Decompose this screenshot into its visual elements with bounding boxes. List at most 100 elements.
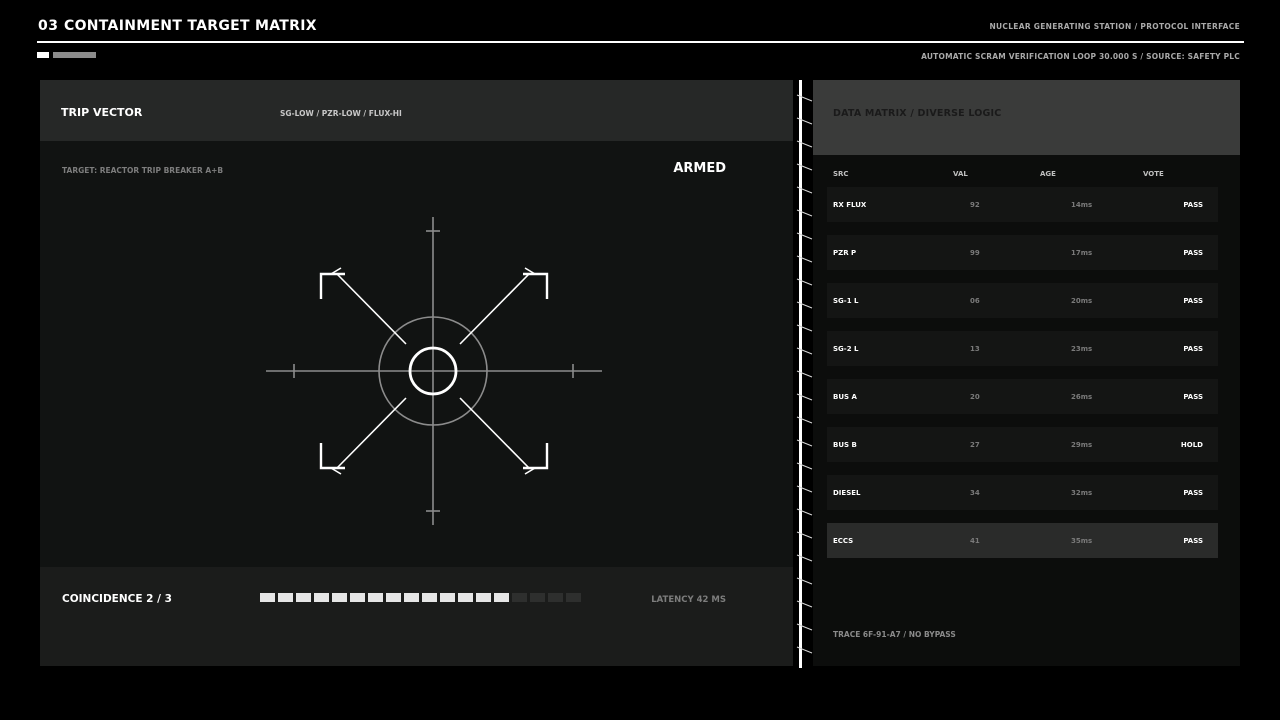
cell-val: 34 [970,489,980,497]
column-header-val: VAL [953,170,968,178]
table-row[interactable]: RX FLUX 92 14ms PASS [827,187,1218,222]
divider-tick [796,439,813,447]
cell-src: PZR P [833,249,857,257]
divider-tick [796,600,813,608]
progress-segment-empty [566,593,581,602]
cell-vote: PASS [1183,393,1203,401]
cell-vote: PASS [1183,297,1203,305]
cell-src: BUS A [833,393,857,401]
progress-segment-filled [350,593,365,602]
progress-segment-filled [422,593,437,602]
divider-tick [796,531,813,539]
coincidence-label: COINCIDENCE 2 / 3 [62,593,172,605]
progress-segment-filled [332,593,347,602]
cell-val: 41 [970,537,980,545]
trip-vector-title: TRIP VECTOR [61,106,143,119]
cell-vote: PASS [1183,201,1203,209]
progress-segment-filled [296,593,311,602]
divider-tick [796,554,813,562]
cell-src: BUS B [833,441,857,449]
table-row[interactable]: BUS B 27 29ms HOLD [827,427,1218,462]
section-number: 03 [38,18,59,34]
progress-segment-empty [512,593,527,602]
progress-segment-filled [494,593,509,602]
cell-vote: PASS [1183,537,1203,545]
column-header-vote: VOTE [1143,170,1164,178]
progress-segment-filled [368,593,383,602]
divider-tick [796,485,813,493]
divider-tick [796,301,813,309]
divider-tick [796,462,813,470]
latency-readout: LATENCY 42 MS [651,595,726,605]
table-row[interactable]: PZR P 99 17ms PASS [827,235,1218,270]
header-rule [37,41,1244,43]
coincidence-footer: COINCIDENCE 2 / 3 LATENCY 42 MS [40,567,793,666]
progress-segment-filled [440,593,455,602]
divider-tick [796,186,813,194]
table-row[interactable]: DIESEL 34 32ms PASS [827,475,1218,510]
cell-age: 23ms [1071,345,1093,353]
table-row[interactable]: SG-2 L 13 23ms PASS [827,331,1218,366]
divider-tick [796,232,813,240]
data-matrix-header: DATA MATRIX / DIVERSE LOGIC [813,80,1240,155]
table-row[interactable]: BUS A 20 26ms PASS [827,379,1218,414]
trip-vector-header: TRIP VECTOR SG-LOW / PZR-LOW / FLUX-HI [40,80,793,141]
divider-tick [796,577,813,585]
divider-tick [796,209,813,217]
divider-tick [796,255,813,263]
system-title: NUCLEAR GENERATING STATION / PROTOCOL IN… [989,22,1240,31]
cell-age: 14ms [1071,201,1093,209]
cell-age: 32ms [1071,489,1093,497]
divider-tick [796,94,813,102]
divider-tick [796,324,813,332]
cell-age: 26ms [1071,393,1093,401]
progress-segment-filled [278,593,293,602]
divider-tick [796,370,813,378]
cell-age: 35ms [1071,537,1093,545]
targeting-reticle-icon [266,217,602,525]
divider-tick [796,646,813,654]
cell-age: 20ms [1071,297,1093,305]
divider-tick [796,623,813,631]
divider-tick-marks [796,94,813,654]
progress-segment-empty [530,593,545,602]
page-title: CONTAINMENT TARGET MATRIX [64,18,317,34]
progress-segment-empty [548,593,563,602]
cell-src: SG-1 L [833,297,859,305]
cell-val: 27 [970,441,980,449]
divider-tick [796,163,813,171]
divider-tick [796,393,813,401]
trip-logic-label: SG-LOW / PZR-LOW / FLUX-HI [280,109,402,118]
cell-src: ECCS [833,537,854,545]
divider-tick [796,278,813,286]
cell-src: SG-2 L [833,345,859,353]
progress-segment-filled [404,593,419,602]
divider-tick [796,508,813,516]
cell-age: 17ms [1071,249,1093,257]
header-indicator-bar [53,52,96,58]
table-row-selected[interactable]: ECCS 41 35ms PASS [827,523,1218,558]
trace-readout: TRACE 6F-91-A7 / NO BYPASS [833,630,956,639]
trip-vector-panel: TRIP VECTOR SG-LOW / PZR-LOW / FLUX-HI T… [40,80,793,666]
divider-tick [796,117,813,125]
column-header-age: AGE [1040,170,1056,178]
verification-subline: AUTOMATIC SCRAM VERIFICATION LOOP 30.000… [921,52,1240,61]
progress-segment-filled [386,593,401,602]
progress-segment-filled [476,593,491,602]
progress-segment-filled [314,593,329,602]
cell-vote: PASS [1183,489,1203,497]
cell-vote: HOLD [1180,441,1203,449]
cell-val: 99 [970,249,980,257]
header-indicator-block [37,52,49,58]
cell-vote: PASS [1183,345,1203,353]
data-matrix-title: DATA MATRIX / DIVERSE LOGIC [833,108,1002,119]
divider-tick [796,140,813,148]
table-row[interactable]: SG-1 L 06 20ms PASS [827,283,1218,318]
cell-val: 06 [970,297,980,305]
cell-src: DIESEL [833,489,861,497]
progress-segment-filled [260,593,275,602]
divider-tick [796,416,813,424]
cell-val: 92 [970,201,980,209]
cell-vote: PASS [1183,249,1203,257]
column-header-src: SRC [833,170,849,178]
